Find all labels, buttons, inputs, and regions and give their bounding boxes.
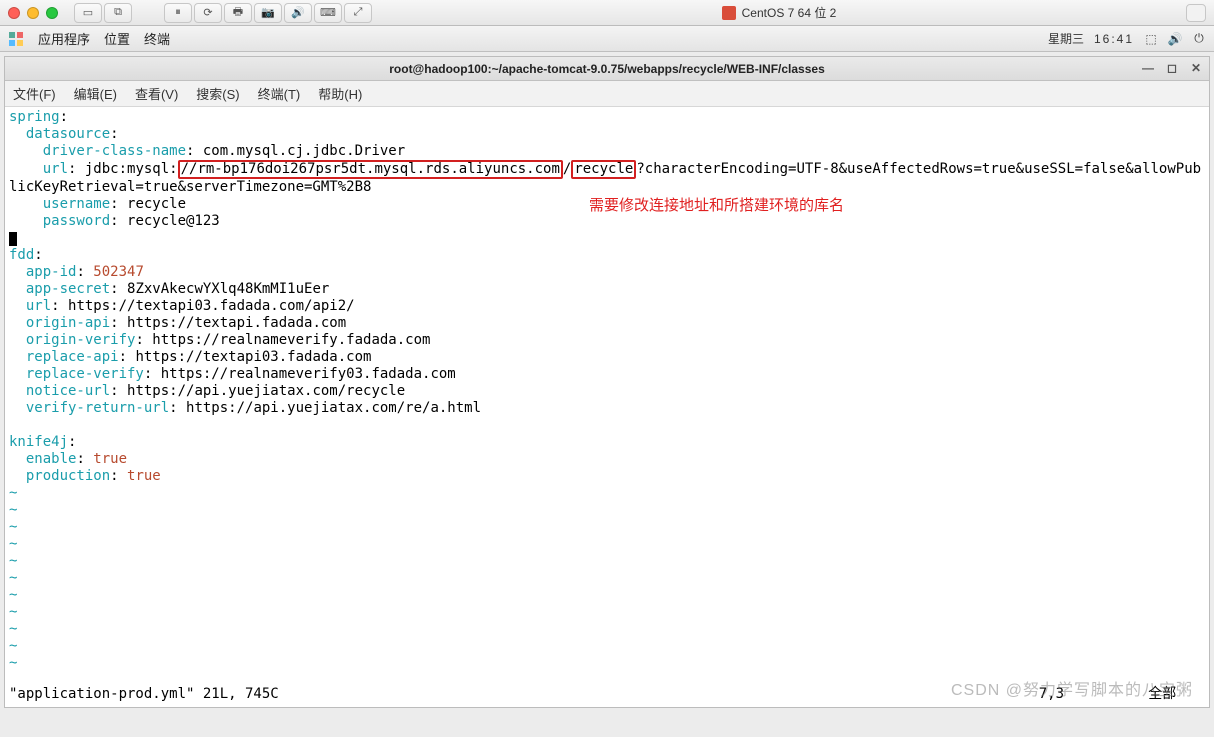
vm-title: CentOS 7 64 位 2 xyxy=(722,4,837,21)
yaml-value: https://textapi03.fadada.com xyxy=(135,349,371,365)
network-icon[interactable]: ⬚ xyxy=(1144,32,1158,46)
yaml-value: ?characterEncoding=UTF-8&useAffectedRows… xyxy=(636,161,1201,177)
vim-tilde: ~ xyxy=(9,655,17,671)
yaml-key: replace-api xyxy=(26,349,119,365)
yaml-key: url xyxy=(26,298,51,314)
gnome-panel: 应用程序 位置 终端 星期三 16:41 ⬚ 🔊 ⏻ xyxy=(0,26,1214,52)
yaml-value: https://api.yuejiatax.com/re/a.html xyxy=(186,400,481,416)
toolbar-group-1: ▭ ⧉ xyxy=(74,3,132,23)
toolbar-button[interactable]: ⏸ xyxy=(164,3,192,23)
yaml-value: recycle@123 xyxy=(127,213,220,229)
terminal-menubar: 文件(F) 编辑(E) 查看(V) 搜索(S) 终端(T) 帮助(H) xyxy=(5,81,1209,107)
window-traffic-lights xyxy=(8,7,58,19)
highlight-host: //rm-bp176doi267psr5dt.mysql.rds.aliyunc… xyxy=(178,160,563,179)
yaml-key: notice-url xyxy=(26,383,110,399)
vim-tilde: ~ xyxy=(9,570,17,586)
toolbar-button[interactable]: 🖶 xyxy=(224,3,252,23)
yaml-value: 502347 xyxy=(93,264,144,280)
close-icon[interactable]: ✕ xyxy=(1187,59,1205,77)
menu-file[interactable]: 文件(F) xyxy=(13,84,56,103)
minimize-window-icon[interactable] xyxy=(27,7,39,19)
toolbar-button[interactable]: ⟳ xyxy=(194,3,222,23)
yaml-key: origin-api xyxy=(26,315,110,331)
yaml-key: knife4j xyxy=(9,434,68,450)
applications-menu[interactable]: 应用程序 xyxy=(38,29,90,48)
yaml-value: licKeyRetrieval=true&serverTimezone=GMT%… xyxy=(9,179,371,195)
fullscreen-window-icon[interactable] xyxy=(46,7,58,19)
yaml-key: driver-class-name xyxy=(43,143,186,159)
toolbar-button[interactable]: 🔊 xyxy=(284,3,312,23)
yaml-key: app-secret xyxy=(26,281,110,297)
highlight-db: recycle xyxy=(571,160,636,179)
terminal-window: root@hadoop100:~/apache-tomcat-9.0.75/we… xyxy=(4,56,1210,708)
maximize-icon[interactable]: ◻ xyxy=(1163,59,1181,77)
yaml-value: https://textapi.fadada.com xyxy=(127,315,346,331)
toolbar-button[interactable]: 📷 xyxy=(254,3,282,23)
menu-terminal[interactable]: 终端(T) xyxy=(258,84,301,103)
toolbar-button[interactable]: ⧉ xyxy=(104,3,132,23)
yaml-value: 8ZxvAkecwYXlq48KmMI1uEer xyxy=(127,281,329,297)
menu-view[interactable]: 查看(V) xyxy=(135,84,178,103)
yaml-key: verify-return-url xyxy=(26,400,169,416)
yaml-value: https://realnameverify03.fadada.com xyxy=(161,366,456,382)
vm-icon xyxy=(722,6,736,20)
terminal-title: root@hadoop100:~/apache-tomcat-9.0.75/we… xyxy=(389,62,825,76)
mac-toolbar: ▭ ⧉ ⏸ ⟳ 🖶 📷 🔊 ⌨ ⤢ CentOS 7 64 位 2 xyxy=(0,0,1214,26)
yaml-value: https://realnameverify.fadada.com xyxy=(152,332,430,348)
vim-tilde: ~ xyxy=(9,638,17,654)
yaml-value: recycle xyxy=(127,196,186,212)
vim-tilde: ~ xyxy=(9,519,17,535)
day-label: 星期三 xyxy=(1048,30,1084,47)
yaml-value: https://textapi03.fadada.com/api2/ xyxy=(68,298,355,314)
yaml-key: production xyxy=(26,468,110,484)
places-menu[interactable]: 位置 xyxy=(104,29,130,48)
close-window-icon[interactable] xyxy=(8,7,20,19)
power-icon[interactable]: ⏻ xyxy=(1192,32,1206,46)
annotation-text: 需要修改连接地址和所搭建环境的库名 xyxy=(589,197,844,214)
yaml-value: https://api.yuejiatax.com/recycle xyxy=(127,383,405,399)
yaml-value: true xyxy=(93,451,127,467)
activities-icon[interactable] xyxy=(8,31,24,47)
vim-tilde: ~ xyxy=(9,604,17,620)
vim-tilde: ~ xyxy=(9,485,17,501)
terminal-menu[interactable]: 终端 xyxy=(144,29,170,48)
yaml-key: password xyxy=(43,213,110,229)
clock: 16:41 xyxy=(1094,32,1134,46)
yaml-value: / xyxy=(563,161,571,177)
vim-status-left: "application-prod.yml" 21L, 745C xyxy=(9,686,279,702)
toolbar-button[interactable]: ▭ xyxy=(74,3,102,23)
yaml-key: app-id xyxy=(26,264,77,280)
terminal-body[interactable]: spring: datasource: driver-class-name: c… xyxy=(5,107,1209,707)
yaml-key: replace-verify xyxy=(26,366,144,382)
yaml-key: origin-verify xyxy=(26,332,136,348)
minimize-icon[interactable]: — xyxy=(1139,59,1157,77)
menu-search[interactable]: 搜索(S) xyxy=(196,84,239,103)
cursor xyxy=(9,232,17,246)
toolbar-button[interactable]: ⤢ xyxy=(344,3,372,23)
yaml-value: jdbc:mysql: xyxy=(85,161,178,177)
yaml-value: com.mysql.cj.jdbc.Driver xyxy=(203,143,405,159)
toolbar-button[interactable]: ⌨ xyxy=(314,3,342,23)
vim-tilde: ~ xyxy=(9,536,17,552)
yaml-key: fdd xyxy=(9,247,34,263)
yaml-key: url xyxy=(43,161,68,177)
toolbar-right-button[interactable] xyxy=(1186,4,1206,22)
menu-help[interactable]: 帮助(H) xyxy=(318,84,362,103)
yaml-key: enable xyxy=(26,451,77,467)
yaml-key: spring xyxy=(9,109,60,125)
watermark: CSDN @努力学写脚本的八宝粥 xyxy=(951,682,1193,699)
menu-edit[interactable]: 编辑(E) xyxy=(74,84,117,103)
gnome-right: 星期三 16:41 ⬚ 🔊 ⏻ xyxy=(1048,30,1206,47)
vim-tilde: ~ xyxy=(9,587,17,603)
toolbar-group-2: ⏸ ⟳ 🖶 📷 🔊 ⌨ ⤢ xyxy=(164,3,372,23)
yaml-key: datasource xyxy=(26,126,110,142)
vim-tilde: ~ xyxy=(9,502,17,518)
yaml-value: true xyxy=(127,468,161,484)
terminal-titlebar: root@hadoop100:~/apache-tomcat-9.0.75/we… xyxy=(5,57,1209,81)
vm-title-text: CentOS 7 64 位 2 xyxy=(742,4,837,21)
volume-icon[interactable]: 🔊 xyxy=(1168,32,1182,46)
yaml-key: username xyxy=(43,196,110,212)
vim-tilde: ~ xyxy=(9,621,17,637)
vim-tilde: ~ xyxy=(9,553,17,569)
